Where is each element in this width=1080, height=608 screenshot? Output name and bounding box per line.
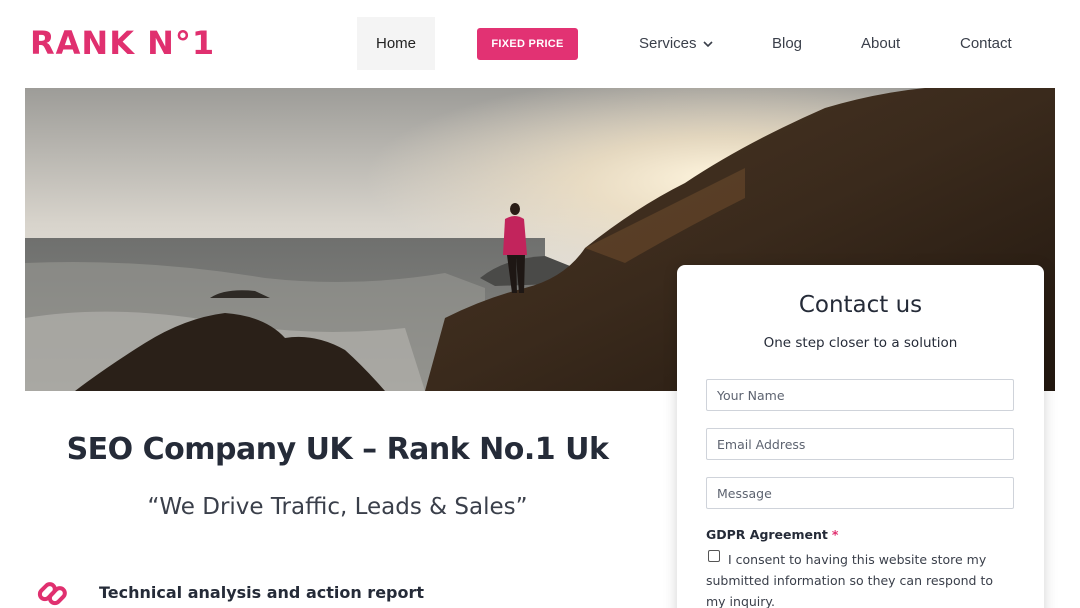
nav-services[interactable]: Services bbox=[639, 35, 713, 53]
nav-contact[interactable]: Contact bbox=[960, 35, 1012, 53]
link-icon bbox=[35, 578, 71, 608]
nav-about[interactable]: About bbox=[861, 35, 900, 53]
contact-title: Contact us bbox=[798, 292, 923, 318]
gdpr-label: GDPR Agreement * bbox=[706, 527, 838, 542]
chevron-down-icon bbox=[702, 40, 713, 47]
contact-subtitle: One step closer to a solution bbox=[763, 335, 958, 351]
nav-services-label: Services bbox=[639, 35, 697, 52]
tagline: “We Drive Traffic, Leads & Sales” bbox=[147, 494, 528, 520]
page-title: SEO Company UK – Rank No.1 Uk bbox=[66, 432, 609, 467]
nav-blog[interactable]: Blog bbox=[772, 35, 802, 53]
feature-label: Technical analysis and action report bbox=[99, 583, 425, 602]
fixed-price-button[interactable]: FIXED PRICE bbox=[477, 28, 578, 60]
required-marker: * bbox=[831, 527, 839, 542]
logo[interactable]: RANK N°1 bbox=[30, 26, 215, 60]
message-input[interactable] bbox=[706, 477, 1014, 509]
gdpr-label-text: GDPR Agreement bbox=[706, 527, 828, 542]
email-input[interactable] bbox=[706, 428, 1014, 460]
nav-home[interactable]: Home bbox=[357, 17, 435, 70]
gdpr-consent-text: I consent to having this website store m… bbox=[706, 552, 994, 608]
name-input[interactable] bbox=[706, 379, 1014, 411]
